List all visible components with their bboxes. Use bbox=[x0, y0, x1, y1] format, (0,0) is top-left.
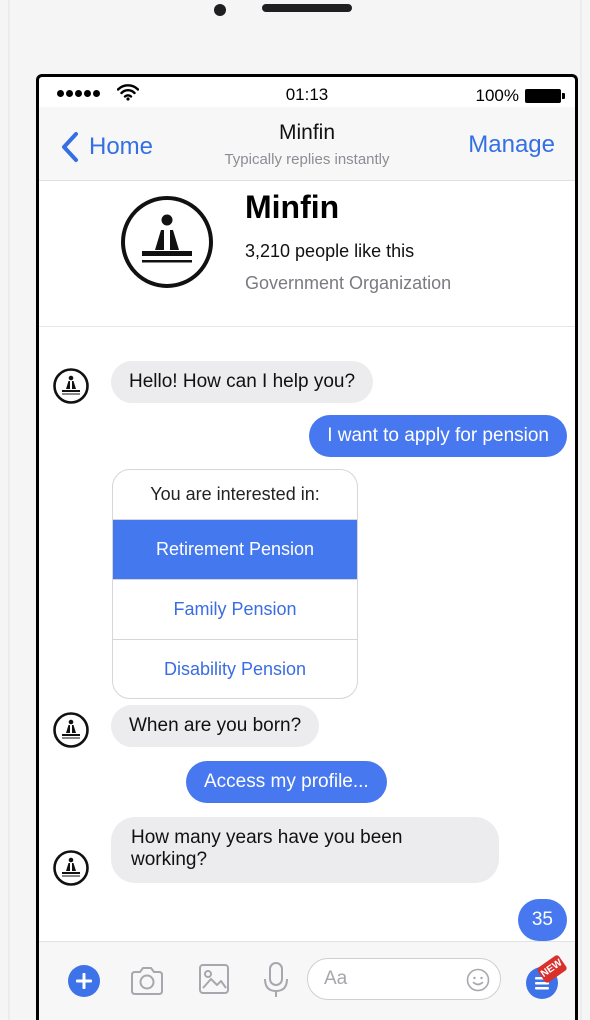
message-input[interactable] bbox=[324, 968, 454, 990]
page-likes: 3,210 people like this bbox=[245, 241, 415, 261]
front-camera bbox=[214, 4, 226, 16]
bot-avatar-icon bbox=[53, 368, 89, 404]
status-bar: 01:13 100% bbox=[39, 77, 575, 107]
page-name: Minfin bbox=[245, 189, 340, 225]
bot-avatar-icon bbox=[53, 712, 89, 748]
phone-screen: 01:13 100% Home Minfin Typically replies… bbox=[36, 74, 578, 1020]
message-bubble-outgoing: 35 bbox=[517, 899, 567, 941]
message-bubble-incoming: Hello! How can I help you? bbox=[111, 361, 374, 403]
message-input-wrapper bbox=[307, 958, 501, 1000]
earpiece-speaker bbox=[262, 4, 352, 12]
emoji-icon[interactable] bbox=[466, 968, 490, 992]
option-family-pension[interactable]: Family Pension bbox=[113, 580, 357, 640]
frame-edge bbox=[8, 0, 10, 1020]
message-bubble-outgoing: Access my profile... bbox=[186, 761, 387, 803]
quick-replies-prompt: You are interested in: bbox=[113, 470, 357, 520]
page-category: Government Organization bbox=[245, 273, 452, 293]
frame-edge bbox=[580, 0, 582, 1020]
message-bubble-incoming: How many years have you been working? bbox=[111, 817, 499, 883]
option-disability-pension[interactable]: Disability Pension bbox=[113, 640, 357, 698]
quick-replies-card: You are interested in: Retirement Pensio… bbox=[112, 469, 358, 699]
navigation-bar: Home Minfin Typically replies instantly … bbox=[39, 107, 575, 181]
option-retirement-pension[interactable]: Retirement Pension bbox=[113, 520, 357, 580]
plus-icon[interactable] bbox=[67, 964, 101, 998]
message-composer: NEW bbox=[39, 941, 575, 1020]
image-icon[interactable] bbox=[197, 962, 231, 996]
message-bubble-incoming: When are you born? bbox=[111, 705, 320, 747]
message-bubble-outgoing: I want to apply for pension bbox=[309, 415, 567, 457]
battery-icon bbox=[525, 89, 565, 103]
microphone-icon[interactable] bbox=[261, 960, 291, 1000]
minfin-logo[interactable] bbox=[120, 195, 214, 289]
battery-percentage: 100% bbox=[475, 86, 519, 105]
manage-button[interactable]: Manage bbox=[468, 131, 555, 159]
bot-avatar-icon bbox=[53, 850, 89, 886]
page-header: Minfin 3,210 people like this Government… bbox=[39, 181, 575, 327]
camera-icon[interactable] bbox=[129, 966, 165, 996]
